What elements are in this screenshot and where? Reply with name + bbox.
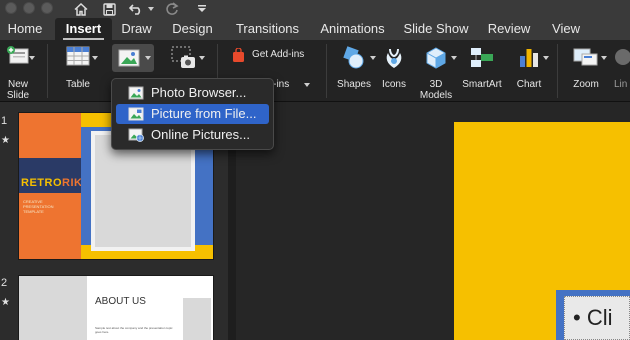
link-button[interactable]: Lin xyxy=(608,40,630,102)
ribbon-tabs: Home Insert Draw Design Transitions Anim… xyxy=(0,18,630,40)
shapes-dropdown-icon[interactable] xyxy=(370,56,376,60)
screenshot-dropdown-icon[interactable] xyxy=(199,56,205,60)
animation-star-icon: ★ xyxy=(1,297,10,308)
link-label: Lin xyxy=(614,79,628,90)
icons-button[interactable]: Icons xyxy=(378,40,410,102)
ribbon-insert: New Slide Table Get Add-ins dd-ins Shape… xyxy=(0,40,630,102)
table-icon xyxy=(66,46,90,71)
my-addins-dropdown-icon[interactable] xyxy=(304,83,310,87)
thumb2-title: ABOUT US xyxy=(95,296,146,307)
thumb2-side-image xyxy=(183,298,211,340)
ribbon-divider xyxy=(47,44,48,98)
chart-dropdown-icon[interactable] xyxy=(543,56,549,60)
minimize-window-button[interactable] xyxy=(23,2,35,14)
customize-toolbar-icon[interactable] xyxy=(196,0,208,18)
menu-item-photo-browser[interactable]: Photo Browser... xyxy=(116,83,269,103)
chart-label: Chart xyxy=(516,79,542,90)
3d-models-dropdown-icon[interactable] xyxy=(451,56,457,60)
bar-chart-icon xyxy=(518,46,540,73)
cube-icon xyxy=(424,46,448,75)
title-bar xyxy=(0,0,630,18)
menu-item-online-pictures[interactable]: Online Pictures... xyxy=(116,125,269,145)
slide-number: 2 xyxy=(1,277,8,289)
icons-icon xyxy=(382,46,406,75)
zoom-label: Zoom xyxy=(573,79,599,90)
tab-review[interactable]: Review xyxy=(484,18,534,40)
table-dropdown-icon[interactable] xyxy=(92,56,98,60)
store-icon xyxy=(232,47,245,67)
3d-models-label: 3D Models xyxy=(419,79,453,101)
smartart-icon xyxy=(469,46,495,73)
thumb2-body: Sample text about the company and the pr… xyxy=(95,326,173,334)
picture-file-icon xyxy=(128,107,144,126)
menu-item-label: Photo Browser... xyxy=(151,85,247,100)
undo-icon[interactable] xyxy=(127,0,145,18)
table-label: Table xyxy=(66,79,90,90)
chart-button[interactable]: Chart xyxy=(510,40,549,102)
online-pictures-icon xyxy=(128,128,144,147)
pictures-button[interactable] xyxy=(112,44,154,72)
undo-dropdown-icon[interactable] xyxy=(146,0,156,18)
ribbon-divider xyxy=(557,44,558,98)
smartart-button[interactable]: SmartArt xyxy=(458,40,506,102)
get-addins-label: Get Add-ins xyxy=(252,49,305,60)
tab-design[interactable]: Design xyxy=(166,18,219,40)
3d-models-button[interactable]: 3D Models xyxy=(416,40,457,102)
slide-thumbnail-2[interactable]: ABOUT US Sample text about the company a… xyxy=(18,275,214,340)
pictures-dropdown-menu: Photo Browser... Picture from File... On… xyxy=(111,78,274,150)
tab-slide-show[interactable]: Slide Show xyxy=(401,18,471,40)
redo-icon[interactable] xyxy=(163,0,181,18)
slide-editor: • Cli xyxy=(236,102,630,340)
home-icon[interactable] xyxy=(72,0,90,18)
tab-insert[interactable]: Insert xyxy=(55,18,112,40)
animation-star-icon: ★ xyxy=(1,135,10,146)
shapes-button[interactable]: Shapes xyxy=(334,40,376,102)
ribbon-divider xyxy=(326,44,327,98)
slide-number: 1 xyxy=(1,115,8,127)
tab-animations[interactable]: Animations xyxy=(315,18,390,40)
thumb-subtitle: CREATIVE PRESENTATION TEMPLATE xyxy=(23,199,54,214)
screenshot-icon xyxy=(171,46,197,75)
shapes-label: Shapes xyxy=(337,79,371,90)
icons-label: Icons xyxy=(382,79,406,90)
pictures-icon xyxy=(118,49,140,72)
table-button[interactable]: Table xyxy=(58,40,98,102)
thumb-title: RETRORIK xyxy=(21,177,83,189)
zoom-window-button[interactable] xyxy=(41,2,53,14)
zoom-icon xyxy=(573,46,599,73)
menu-item-picture-from-file[interactable]: Picture from File... xyxy=(116,104,269,124)
pictures-dropdown-icon[interactable] xyxy=(145,56,151,60)
tab-transitions[interactable]: Transitions xyxy=(229,18,306,40)
smartart-label: SmartArt xyxy=(462,79,502,90)
zoom-button[interactable]: Zoom xyxy=(566,40,607,102)
menu-item-label: Picture from File... xyxy=(151,106,257,121)
zoom-dropdown-icon[interactable] xyxy=(601,56,607,60)
get-addins-button[interactable]: Get Add-ins xyxy=(226,46,316,64)
slide-canvas[interactable]: • Cli xyxy=(454,122,630,340)
menu-item-label: Online Pictures... xyxy=(151,127,250,142)
new-slide-label: New Slide xyxy=(6,79,30,101)
new-slide-dropdown-icon[interactable] xyxy=(29,56,35,60)
placeholder-text: • Cli xyxy=(573,305,613,330)
tab-view[interactable]: View xyxy=(547,18,585,40)
shapes-icon xyxy=(341,46,367,75)
thumb2-image-placeholder xyxy=(19,276,87,340)
close-window-button[interactable] xyxy=(5,2,17,14)
tab-draw[interactable]: Draw xyxy=(115,18,158,40)
photo-browser-icon xyxy=(128,86,144,105)
content-placeholder[interactable]: • Cli xyxy=(564,296,630,340)
tab-home[interactable]: Home xyxy=(0,18,50,40)
new-slide-icon xyxy=(6,46,30,71)
new-slide-button[interactable]: New Slide xyxy=(0,40,36,102)
link-icon xyxy=(612,48,630,71)
save-icon[interactable] xyxy=(100,0,118,18)
